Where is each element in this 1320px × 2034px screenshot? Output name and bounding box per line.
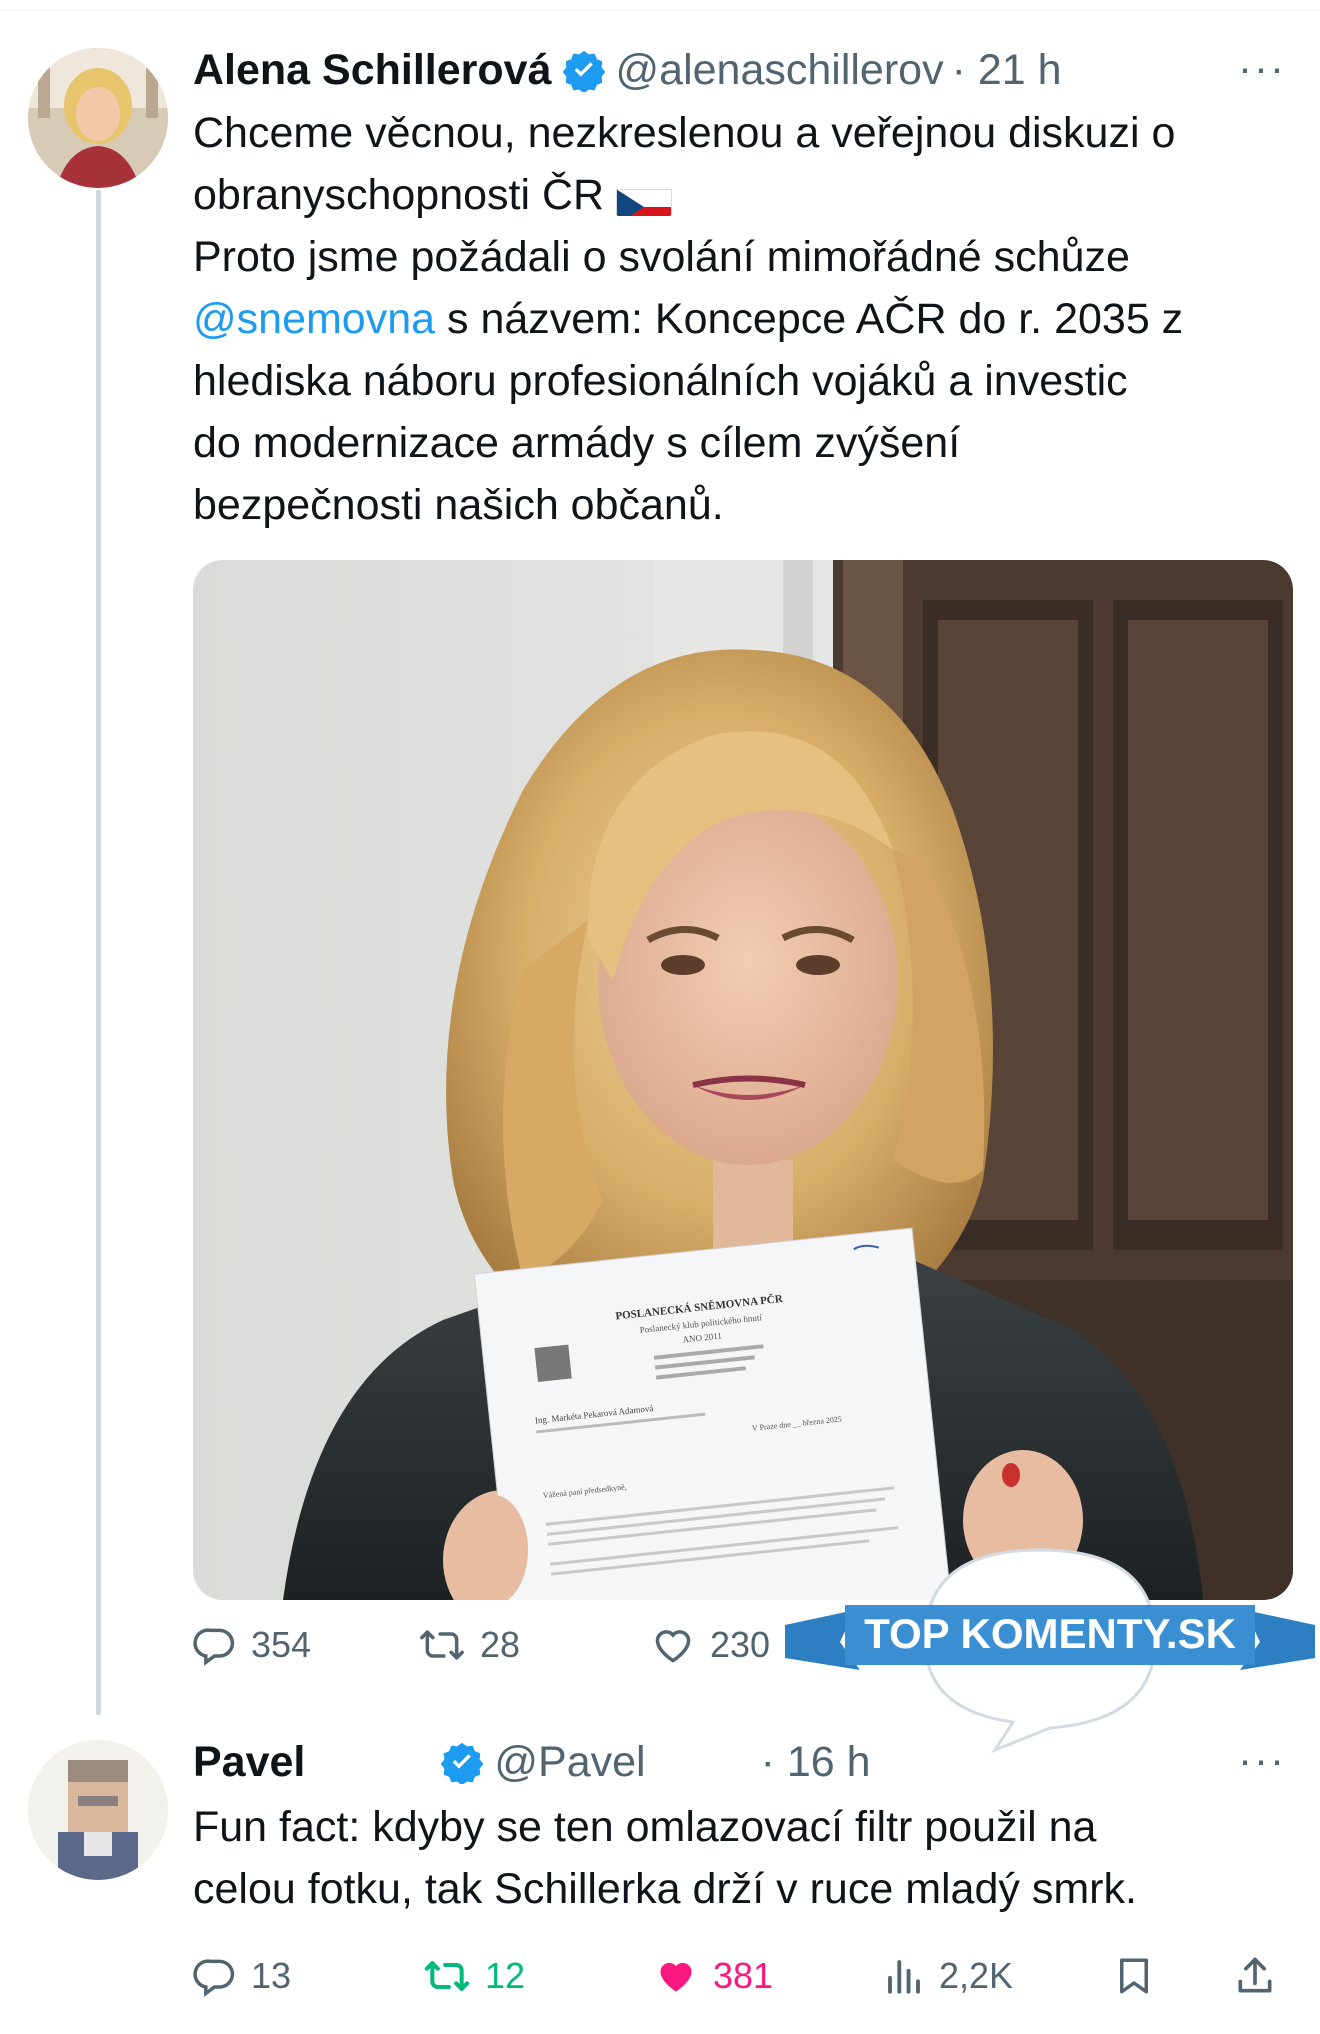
author-handle[interactable]: @alenaschillerov [616, 46, 944, 95]
tweet-text-line: celou fotku, tak Schillerka drží v ruce … [193, 1865, 1137, 1913]
tweet-body: Chceme věcnou, nezkreslenou a veřejnou d… [193, 102, 1303, 536]
like-count: 230 [710, 1624, 771, 1665]
retweet-icon [420, 1630, 464, 1660]
more-options-icon[interactable]: ··· [1238, 1736, 1286, 1784]
tweet-header: Pavel @Pavel · 16 h [193, 1732, 1193, 1792]
retweet-count: 12 [485, 1955, 526, 1996]
reply-count: 354 [251, 1624, 312, 1665]
views-count: 2,2K [939, 1955, 1014, 1996]
tweet-text-line: obranyschopnosti ČR [193, 164, 1303, 226]
avatar[interactable] [28, 48, 168, 188]
thread-connector-line [96, 190, 101, 1715]
tweet-text-span: s názvem: Koncepce AČR do r. 2035 z [435, 295, 1184, 343]
tweet-time[interactable]: · 16 h [761, 1738, 871, 1787]
views-chart-icon [888, 1960, 920, 1994]
like-button[interactable]: 230 [650, 1623, 770, 1667]
tweet-header: Alena Schillerová @alenaschillerov · 21 … [193, 40, 1062, 100]
retweet-button[interactable]: 12 [423, 1954, 525, 1998]
like-count: 381 [713, 1955, 774, 1996]
share-button[interactable] [1233, 1953, 1291, 1999]
reply-button[interactable]: 13 [193, 1954, 291, 1998]
tweet-text-line: Chceme věcnou, nezkreslenou a veřejnou d… [193, 109, 1176, 157]
tweet-text-line: hlediska náboru profesionálních vojáků a… [193, 357, 1128, 405]
avatar[interactable] [28, 1740, 168, 1880]
tweet-text-line: do modernizace armády s cílem zvýšení [193, 419, 961, 467]
watermark-logo: TOP KOMENTY.SK [785, 1530, 1315, 1760]
top-divider [0, 10, 1320, 11]
retweet-count: 28 [480, 1624, 521, 1665]
tweet-time[interactable]: · 21 h [952, 46, 1062, 95]
like-button[interactable]: 381 [653, 1954, 773, 1998]
bookmark-button[interactable] [1113, 1953, 1169, 1999]
tweet-body: Fun fact: kdyby se ten omlazovací filtr … [193, 1796, 1303, 1920]
reply-icon [193, 1628, 235, 1666]
views-button[interactable]: 2,2K [883, 1954, 1013, 1998]
retweet-icon [424, 1961, 470, 1991]
reply-button[interactable]: 354 [193, 1623, 311, 1667]
author-name[interactable]: Pavel [193, 1738, 305, 1787]
reply-icon [193, 1959, 235, 1997]
retweet-button[interactable]: 28 [418, 1623, 520, 1667]
tweet-text-line: bezpečnosti našich občanů. [193, 481, 724, 529]
bookmark-icon [1120, 1958, 1148, 1994]
watermark-text: TOP KOMENTY.SK [864, 1610, 1236, 1657]
verified-badge-icon [562, 48, 606, 94]
reply-count: 13 [251, 1955, 292, 1996]
tweet-actions: 13 12 381 2,2K [193, 1946, 1313, 2006]
mention-link[interactable]: @snemovna [193, 295, 435, 343]
verified-badge-icon [440, 1740, 484, 1786]
author-name[interactable]: Alena Schillerová [193, 46, 552, 95]
more-options-icon[interactable]: ··· [1238, 44, 1286, 92]
czech-flag-icon [616, 180, 673, 216]
tweet-text-line: @snemovna s názvem: Koncepce AČR do r. 2… [193, 288, 1303, 350]
share-icon [1238, 1957, 1272, 1993]
heart-filled-icon [660, 1962, 692, 1992]
tweet-text-span: obranyschopnosti ČR [193, 171, 605, 219]
tweet-photo[interactable]: POSLANECKÁ SNĚMOVNA PČR Poslanecký klub … [193, 560, 1293, 1600]
author-handle[interactable]: @Pavel [494, 1738, 645, 1787]
heart-icon [655, 1630, 691, 1663]
tweet-text-line: Proto jsme požádali o svolání mimořádné … [193, 233, 1130, 281]
tweet-text-line: Fun fact: kdyby se ten omlazovací filtr … [193, 1803, 1097, 1851]
